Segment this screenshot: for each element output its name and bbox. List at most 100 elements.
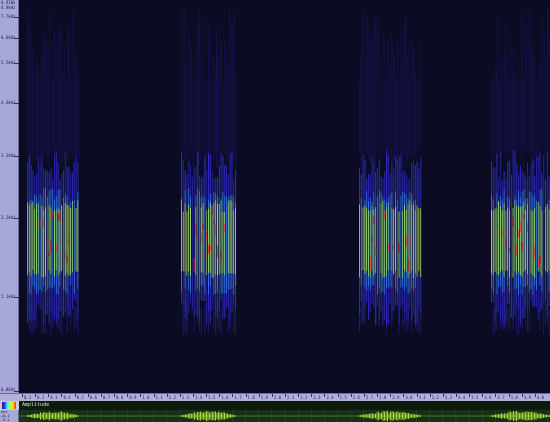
time-tick-label: 2.7 <box>365 395 374 400</box>
time-tick-label: 0.2 <box>37 395 45 400</box>
time-tick-label: 1.7 <box>234 395 242 400</box>
time-tick-label: 0.1 <box>24 395 32 400</box>
time-axis: 0.1 0.2 0.3 0.4 0.5 0.6 0.7 0.8 0.9 1.0 1.1 1.2 1.3 1… <box>0 393 550 401</box>
time-tick-label: 0.5 <box>76 395 84 400</box>
time-tick-label: 0.9 <box>129 395 137 400</box>
time-tick-label: 2.6 <box>352 395 360 400</box>
time-tick-mark <box>429 394 431 397</box>
time-tick-mark <box>390 394 392 397</box>
time-tick-label: 0.8 <box>116 395 124 400</box>
time-tick-label: 3.4 <box>457 395 466 400</box>
spectrogram-window: 8.910k 8.8kHz 7.7kHz 6.6kHz 5.5kHz 4.4kH… <box>0 0 550 422</box>
time-tick-mark <box>232 394 234 397</box>
time-tick-mark <box>87 394 89 397</box>
time-tick-label: 3.5 <box>471 395 479 400</box>
time-tick-label: 2.8 <box>379 395 387 400</box>
amplitude-track-label: Amplitude <box>22 402 50 408</box>
time-tick-mark <box>469 394 471 397</box>
time-tick-mark <box>166 394 168 397</box>
time-tick-label: 0.3 <box>50 395 58 400</box>
time-tick-label: 3.7 <box>497 395 505 400</box>
time-tick-mark <box>48 394 50 397</box>
time-tick-mark <box>245 394 247 397</box>
time-tick-mark <box>521 394 523 397</box>
time-tick-label: 1.9 <box>260 395 268 400</box>
time-tick-mark <box>219 394 221 397</box>
amplitude-track-header: Amplitude <box>19 401 550 410</box>
time-tick-mark <box>179 394 181 397</box>
time-tick-label: 0.4 <box>63 395 71 400</box>
time-tick-mark <box>495 394 497 397</box>
time-tick-label: 2.4 <box>326 395 334 400</box>
time-tick-label: 1.8 <box>247 395 255 400</box>
freq-tick-label: 6.6kHz <box>1 35 16 40</box>
time-tick-label: 1.1 <box>155 395 163 400</box>
time-tick-label: 3.2 <box>431 395 439 400</box>
time-tick-mark <box>258 394 260 397</box>
time-tick-label: 1.5 <box>208 395 216 400</box>
time-tick-label: 1.4 <box>194 395 203 400</box>
time-tick-mark <box>455 394 457 397</box>
time-tick-mark <box>311 394 313 397</box>
time-tick-mark <box>403 394 405 397</box>
time-tick-mark <box>127 394 129 397</box>
time-tick-mark <box>442 394 444 397</box>
time-tick-mark <box>114 394 116 397</box>
time-tick-mark <box>482 394 484 397</box>
freq-tick-label: 4.4kHz <box>1 100 16 105</box>
time-tick-label: 1.0 <box>142 395 150 400</box>
time-tick-label: 3.9 <box>523 395 531 400</box>
time-tick-mark <box>324 394 326 397</box>
time-tick-mark <box>140 394 142 397</box>
time-tick-label: 2.5 <box>339 395 347 400</box>
time-tick-label: 2.3 <box>313 395 321 400</box>
time-tick-mark <box>206 394 208 397</box>
time-tick-label: 1.6 <box>221 395 229 400</box>
freq-tick-label: 3.3kHz <box>1 153 16 158</box>
freq-tick-label: 8.8kHz <box>1 5 16 10</box>
spectrogram-plot[interactable] <box>19 0 550 393</box>
time-tick-mark <box>363 394 365 397</box>
time-tick-label: 0.7 <box>102 395 111 400</box>
time-tick-label: 3.3 <box>444 395 453 400</box>
time-tick-label: 1.3 <box>181 395 190 400</box>
color-scale-gradient <box>2 402 16 409</box>
amplitude-axis: pkt +0.1 -0.1 <box>0 410 19 422</box>
freq-tick-label: 1.1kHz <box>1 294 16 299</box>
time-tick-label: 3.1 <box>418 395 426 400</box>
time-tick-label: 3.6 <box>484 395 492 400</box>
frequency-axis: 8.910k 8.8kHz 7.7kHz 6.6kHz 5.5kHz 4.4kH… <box>0 0 19 393</box>
time-tick-mark <box>74 394 76 397</box>
time-tick-mark <box>35 394 37 397</box>
color-scale <box>0 401 19 410</box>
time-tick-label: 0.6 <box>89 395 97 400</box>
spectrogram-canvas <box>27 5 550 335</box>
time-tick-label: 3.0 <box>405 395 413 400</box>
time-tick-mark <box>285 394 286 397</box>
time-tick-mark <box>416 394 418 397</box>
time-tick-label: 4.0 <box>536 395 545 400</box>
freq-tick-label: 0.0kHz <box>1 387 16 392</box>
time-tick-label: 2.0 <box>273 395 282 400</box>
waveform-canvas <box>19 410 550 422</box>
time-tick-mark <box>271 394 273 397</box>
amp-tick-label: -0.1 <box>1 418 10 422</box>
waveform-plot[interactable] <box>19 410 550 422</box>
time-tick-mark <box>534 394 536 397</box>
time-tick-mark <box>100 394 102 397</box>
time-tick-label: 2.1 <box>287 395 295 400</box>
freq-tick-label: 5.5kHz <box>1 60 16 65</box>
time-tick-mark <box>508 394 510 397</box>
time-tick-label: 2.9 <box>392 395 400 400</box>
time-tick-mark <box>192 394 194 397</box>
time-tick-label: 3.8 <box>510 395 518 400</box>
freq-tick-label: 7.7kHz <box>1 14 16 19</box>
time-tick-mark <box>350 394 352 397</box>
time-tick-mark <box>337 394 339 397</box>
freq-tick-label: 2.2kHz <box>1 215 16 220</box>
time-tick-mark <box>61 394 63 397</box>
time-tick-mark <box>377 394 379 397</box>
time-tick-label: 2.2 <box>300 395 308 400</box>
time-tick-label: 1.2 <box>168 395 176 400</box>
time-tick-mark <box>298 394 300 397</box>
